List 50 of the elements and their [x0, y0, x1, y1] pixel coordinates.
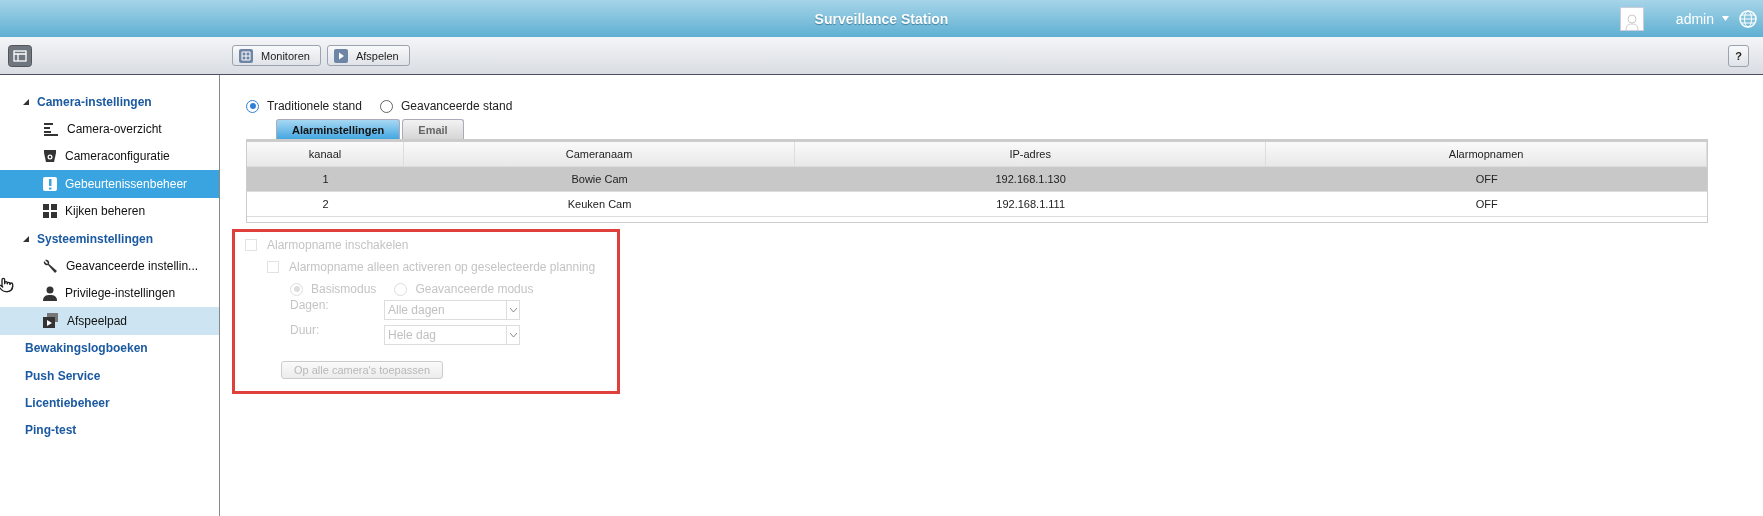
- toolbar-button[interactable]: Afspelen: [326, 45, 410, 66]
- mode-radio[interactable]: Geavanceerde stand: [379, 99, 513, 113]
- column-header[interactable]: Alarmopnamen: [1266, 142, 1707, 166]
- tab[interactable]: Email: [402, 119, 464, 139]
- sidebar-item[interactable]: Cameraconfiguratie: [0, 142, 219, 171]
- table-cell-text: Keuken Cam: [566, 197, 633, 212]
- sidebar-item[interactable]: Systeeminstellingen: [0, 224, 219, 253]
- expanded-triangle-icon[interactable]: [23, 235, 29, 242]
- table-cell-text: Bowie Cam: [570, 172, 629, 187]
- table-cell-text: 1: [321, 172, 330, 187]
- sidebar-item[interactable]: Afspeelpad: [0, 307, 219, 335]
- camera-icon: [43, 149, 57, 164]
- table-cell-text: 192.168.1.130: [994, 172, 1067, 187]
- table-cell-text: 192.168.1.111: [995, 197, 1067, 212]
- sidebar-item[interactable]: Privilege-instellingen: [0, 279, 219, 308]
- list-icon: [43, 122, 59, 137]
- app-title: Surveillance Station: [814, 10, 949, 27]
- alert-icon: [43, 176, 57, 191]
- sidebar-item[interactable]: Ping-test: [0, 416, 219, 445]
- sidebar-item[interactable]: Kijken beheren: [0, 197, 219, 225]
- sidebar-item[interactable]: Push Service: [0, 361, 219, 390]
- mode-radio[interactable]: Traditionele stand: [246, 99, 362, 113]
- field-label: Dagen:: [290, 297, 330, 314]
- wrench-icon: [43, 258, 58, 274]
- sidebar-item[interactable]: Camera-overzicht: [0, 115, 219, 143]
- caret-icon: [1722, 16, 1729, 21]
- help-button[interactable]: ?: [1728, 44, 1749, 67]
- grid-icon: [43, 204, 57, 219]
- video-folder-icon: [43, 313, 59, 329]
- table-cell-text: 2: [321, 197, 330, 212]
- sidebar-item[interactable]: Geavanceerde instellin...: [0, 252, 219, 280]
- expanded-triangle-icon[interactable]: [23, 98, 29, 105]
- column-header[interactable]: kanaal: [247, 142, 405, 166]
- caret-icon: [509, 332, 517, 338]
- table-cell-text: OFF: [1474, 172, 1499, 187]
- column-header[interactable]: IP-adres: [795, 142, 1267, 166]
- sidebar-item[interactable]: Bewakingslogboeken: [0, 334, 219, 362]
- field-label: Duur:: [290, 322, 321, 339]
- monitor-grid-icon: [239, 48, 253, 63]
- sidebar-toggle-icon[interactable]: [8, 44, 32, 67]
- person-icon: [43, 285, 57, 301]
- column-header[interactable]: Cameranaam: [404, 142, 796, 166]
- toolbar-button[interactable]: Monitoren: [232, 45, 321, 66]
- play-icon: [333, 48, 348, 63]
- tab[interactable]: Alarminstellingen: [276, 119, 401, 139]
- sidebar-item[interactable]: Camera-instellingen: [0, 88, 219, 116]
- table-cell-text: OFF: [1474, 197, 1499, 212]
- caret-icon: [509, 307, 517, 313]
- table-row[interactable]: 1 Bowie Cam 192.168.1.130 OFF: [247, 167, 1707, 192]
- sidebar-item[interactable]: Licentiebeheer: [0, 389, 219, 417]
